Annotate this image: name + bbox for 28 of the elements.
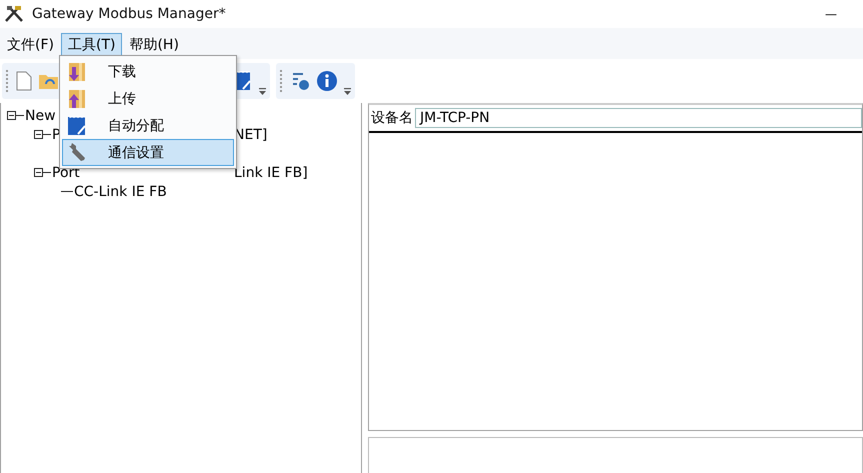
notebook-icon bbox=[66, 114, 88, 136]
tree-item[interactable]: Port bbox=[52, 164, 80, 180]
menu-item[interactable]: 下载 bbox=[62, 58, 234, 85]
menu-item[interactable]: 上传 bbox=[62, 85, 234, 112]
help-list-icon[interactable] bbox=[290, 71, 310, 91]
open-folder-icon[interactable] bbox=[38, 72, 60, 90]
download-icon bbox=[66, 60, 88, 82]
tools-icon bbox=[4, 5, 24, 23]
collapse-icon[interactable] bbox=[34, 130, 43, 139]
window-title: Gateway Modbus Manager* bbox=[32, 6, 226, 22]
menu-item[interactable]: 工具(T) bbox=[60, 33, 122, 57]
info-icon[interactable] bbox=[316, 70, 338, 92]
menu-item[interactable]: 通信设置 bbox=[62, 139, 234, 166]
menu-item[interactable]: 文件(F) bbox=[0, 33, 61, 57]
tree-item[interactable]: CC-Link IE FB bbox=[74, 184, 167, 200]
field-label: 设备名 bbox=[371, 109, 413, 127]
input-field[interactable]: JM-TCP-PN bbox=[415, 108, 862, 128]
dropdown-icon[interactable] bbox=[344, 88, 351, 95]
upload-icon bbox=[66, 88, 88, 110]
collapse-icon[interactable] bbox=[7, 111, 16, 120]
dropdown-icon[interactable] bbox=[259, 88, 266, 95]
menu-item[interactable]: 帮助(H) bbox=[122, 33, 186, 57]
tree-item[interactable]: New bbox=[25, 108, 56, 124]
tree-item[interactable]: Link IE FB] bbox=[234, 164, 308, 180]
minimize-button[interactable]: — bbox=[825, 7, 837, 21]
menu-item[interactable]: 自动分配 bbox=[62, 112, 234, 139]
collapse-icon[interactable] bbox=[34, 168, 43, 177]
new-file-icon[interactable] bbox=[16, 71, 32, 91]
